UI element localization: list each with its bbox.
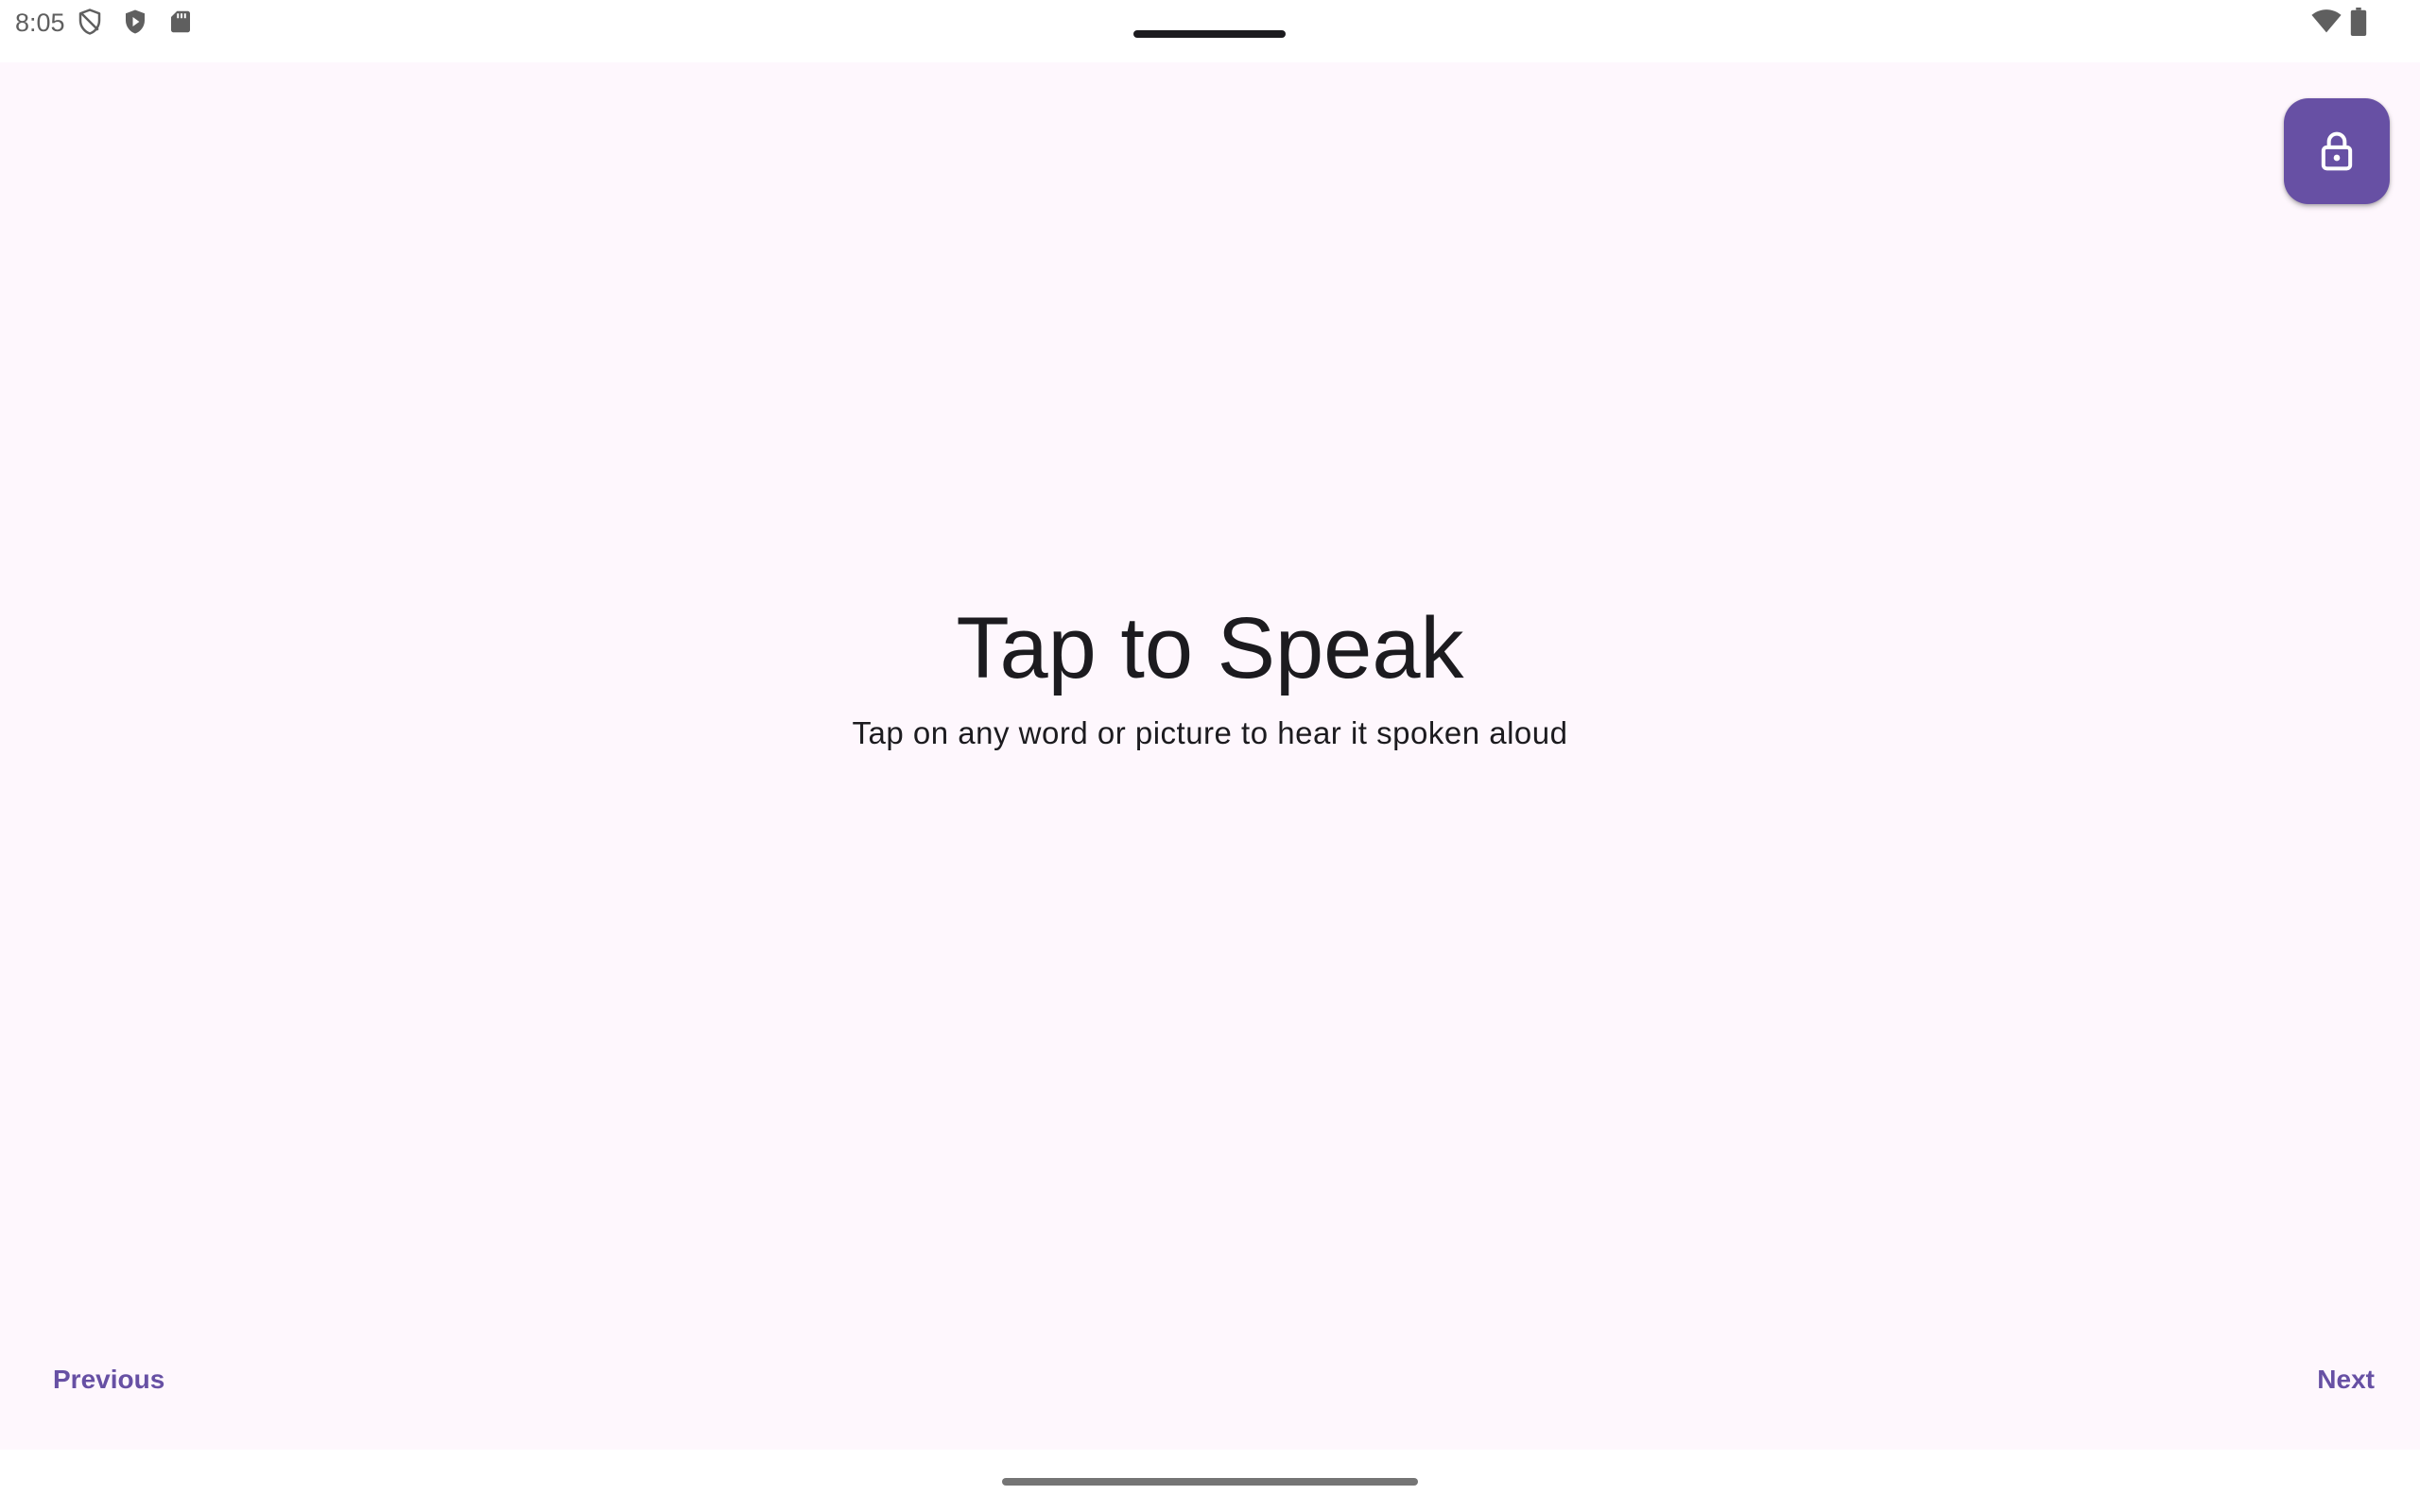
content-center: Tap to Speak Tap on any word or picture … [0, 592, 2420, 754]
battery-icon [2350, 8, 2367, 36]
play-protect-icon [121, 8, 149, 36]
page-title: Tap to Speak [956, 600, 1464, 696]
app-surface: Tap to Speak Tap on any word or picture … [0, 62, 2420, 1450]
previous-button[interactable]: Previous [30, 1351, 187, 1408]
wifi-icon [2310, 8, 2342, 36]
status-bar: 8:05 [0, 0, 2420, 62]
page-subtitle: Tap on any word or picture to hear it sp… [852, 715, 1568, 750]
sd-card-icon [166, 8, 195, 36]
home-gesture-handle[interactable] [1002, 1478, 1418, 1486]
shield-outline-icon [76, 8, 104, 36]
lock-open-icon [2321, 131, 2353, 171]
status-time: 8:05 [15, 9, 65, 37]
screen: 8:05 Tap to Speak Tap on any word or pic… [0, 0, 2420, 1512]
gesture-navigation-bar [0, 1450, 2420, 1512]
lock-button[interactable] [2284, 98, 2390, 204]
camera-cutout [1133, 30, 1286, 38]
next-button[interactable]: Next [2294, 1351, 2397, 1408]
